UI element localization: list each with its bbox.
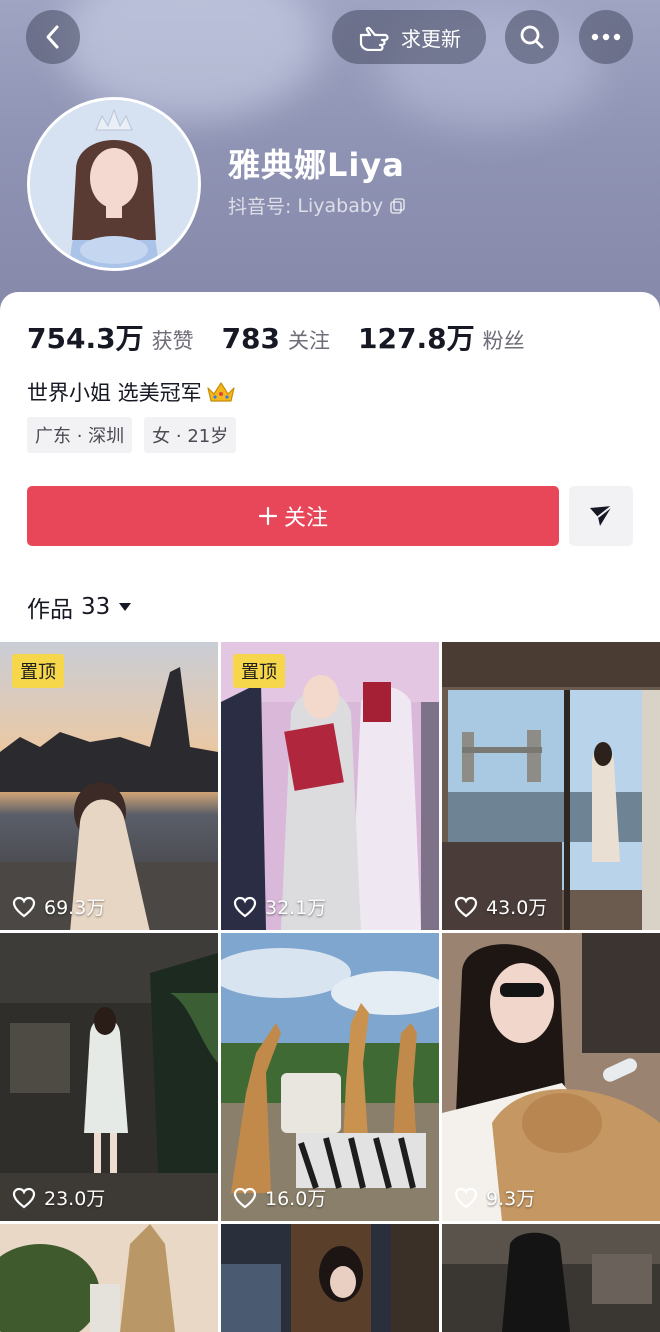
like-count: 9.3万 xyxy=(454,1184,535,1211)
like-count: 43.0万 xyxy=(454,893,547,920)
paper-plane-icon xyxy=(590,505,613,526)
stat-likes[interactable]: 754.3万 获赞 xyxy=(27,317,194,357)
avatar-image xyxy=(30,100,198,268)
video-thumbnail[interactable] xyxy=(0,1224,218,1332)
video-thumbnail[interactable]: 置顶 32.1万 xyxy=(221,642,439,930)
like-count-value: 9.3万 xyxy=(486,1188,536,1210)
follow-button[interactable]: 关注 xyxy=(27,486,559,546)
works-tab[interactable]: 作品 33 xyxy=(27,590,132,624)
bio-text: 世界小姐 选美冠军 xyxy=(27,381,202,405)
stat-value: 127.8万 xyxy=(358,322,475,355)
stat-value: 783 xyxy=(221,322,281,355)
like-count-value: 16.0万 xyxy=(265,1188,327,1210)
thumbnail-image xyxy=(442,1224,660,1332)
back-button[interactable] xyxy=(26,10,80,64)
video-thumbnail[interactable]: 16.0万 xyxy=(221,933,439,1221)
follow-label: 关注 xyxy=(283,506,328,531)
profile-stats: 754.3万 获赞 783 关注 127.8万 粉丝 xyxy=(27,317,553,357)
stat-label: 粉丝 xyxy=(482,329,525,353)
thumbnail-image xyxy=(442,933,660,1221)
location-tag: 广东 · 深圳 xyxy=(27,417,133,453)
stat-label: 关注 xyxy=(288,329,331,353)
pinned-badge: 置顶 xyxy=(233,654,285,688)
request-update-label: 求更新 xyxy=(401,26,461,51)
more-dots-icon xyxy=(591,33,621,41)
plus-icon xyxy=(258,506,278,526)
douyin-id-value: Liyababy xyxy=(297,194,384,217)
video-thumbnail[interactable]: 43.0万 xyxy=(442,642,660,930)
thumbnail-image xyxy=(221,1224,439,1332)
crown-emoji xyxy=(207,382,235,402)
thumbnail-image xyxy=(442,642,660,930)
more-button[interactable] xyxy=(579,10,633,64)
stat-following[interactable]: 783 关注 xyxy=(222,322,330,355)
heart-outline-icon xyxy=(454,1187,478,1208)
thumbnail-image xyxy=(0,933,218,1221)
video-grid: 置顶 69.3万 置顶 32.1万 43.0万 23.0万 16.0万 9.3万 xyxy=(0,642,660,1332)
gender-age-tag: 女 · 21岁 xyxy=(144,417,237,453)
stat-label: 获赞 xyxy=(151,329,194,353)
heart-outline-icon xyxy=(12,1187,36,1208)
like-count: 23.0万 xyxy=(12,1184,105,1211)
like-count: 69.3万 xyxy=(12,893,105,920)
hand-pointing-icon xyxy=(359,26,389,51)
send-message-button[interactable] xyxy=(569,486,633,546)
like-count-value: 69.3万 xyxy=(44,897,106,919)
like-count-value: 32.1万 xyxy=(265,897,327,919)
video-thumbnail[interactable]: 置顶 69.3万 xyxy=(0,642,218,930)
douyin-id-row[interactable]: 抖音号: Liyababy xyxy=(228,192,407,219)
profile-name: 雅典娜Liya xyxy=(228,146,405,184)
like-count-value: 23.0万 xyxy=(44,1188,106,1210)
avatar[interactable] xyxy=(27,97,201,271)
request-update-button[interactable]: 求更新 xyxy=(332,10,486,64)
thumbnail-image xyxy=(0,1224,218,1332)
search-icon xyxy=(520,25,544,49)
chevron-left-icon xyxy=(46,25,59,49)
stat-followers[interactable]: 127.8万 粉丝 xyxy=(358,317,525,357)
video-thumbnail[interactable] xyxy=(221,1224,439,1332)
works-label: 作品 xyxy=(27,597,73,623)
search-button[interactable] xyxy=(505,10,559,64)
like-count: 16.0万 xyxy=(233,1184,326,1211)
heart-outline-icon xyxy=(12,896,36,917)
video-thumbnail[interactable] xyxy=(442,1224,660,1332)
thumbnail-image xyxy=(221,933,439,1221)
stat-value: 754.3万 xyxy=(27,322,144,355)
copy-icon[interactable] xyxy=(389,197,407,215)
bio: 世界小姐 选美冠军 xyxy=(27,377,236,407)
triangle-down-icon xyxy=(119,603,132,611)
douyin-id-label: 抖音号: xyxy=(228,196,292,218)
pinned-badge: 置顶 xyxy=(12,654,64,688)
works-count: 33 xyxy=(81,594,111,620)
profile-tags: 广东 · 深圳 女 · 21岁 xyxy=(27,417,237,453)
heart-outline-icon xyxy=(233,896,257,917)
like-count-value: 43.0万 xyxy=(486,897,548,919)
video-thumbnail[interactable]: 23.0万 xyxy=(0,933,218,1221)
like-count: 32.1万 xyxy=(233,893,326,920)
heart-outline-icon xyxy=(454,896,478,917)
video-thumbnail[interactable]: 9.3万 xyxy=(442,933,660,1221)
heart-outline-icon xyxy=(233,1187,257,1208)
